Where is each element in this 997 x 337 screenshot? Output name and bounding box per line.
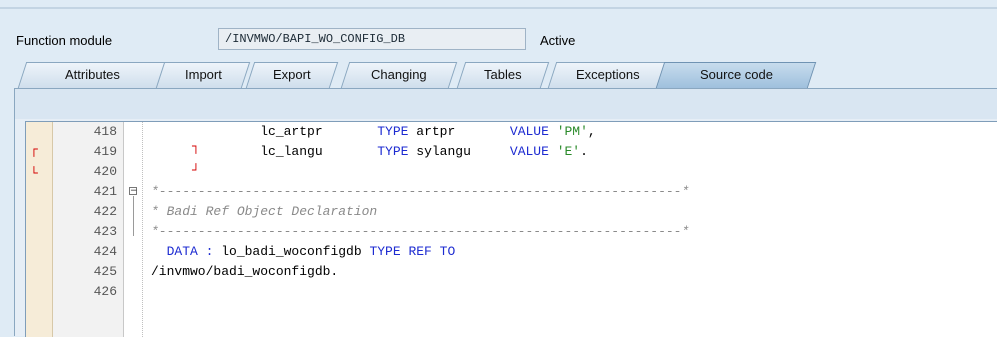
comment-line: *---------------------------------------… [151,224,690,239]
selection-corner-top-icon: ┐ [192,139,200,154]
line-content: lc_langu TYPE sylangu VALUE 'E'. [151,144,588,159]
tab-source-code[interactable]: Source code [655,62,817,88]
tab-strip: Attributes Import Export Changing Tables… [0,58,997,88]
code-line[interactable]: 423 *-----------------------------------… [26,222,997,242]
code-line[interactable]: 424 DATA : lo_badi_woconfigdb TYPE REF T… [26,242,997,262]
code-line[interactable]: 420 [26,162,997,182]
line-content: lc_artpr TYPE artpr VALUE 'PM', [151,124,596,139]
header-row: Function module /INVMWO/BAPI_WO_CONFIG_D… [0,0,997,58]
selection-corner-bottom-icon: ┘ [192,163,200,178]
tab-changing[interactable]: Changing [340,62,458,88]
function-module-field[interactable]: /INVMWO/BAPI_WO_CONFIG_DB [218,28,526,50]
line-number: 420 [93,164,117,179]
line-content: /invmwo/badi_woconfigdb. [151,264,339,279]
code-editor[interactable]: 418 lc_artpr TYPE artpr VALUE 'PM', 419 … [25,121,997,337]
tab-tables[interactable]: Tables [456,62,550,88]
line-number: 418 [93,124,117,139]
status-label: Active [540,33,576,48]
block-end-marker-icon: └ [30,166,38,181]
tab-attributes[interactable]: Attributes [17,62,167,88]
comment-line: *---------------------------------------… [151,184,690,199]
line-number: 421 [93,184,117,199]
line-number: 419 [93,144,117,159]
tab-import[interactable]: Import [155,62,251,88]
code-line[interactable]: 426 [26,282,997,302]
fold-range-line [133,196,134,236]
line-number: 425 [93,264,117,279]
block-start-marker-icon: ┌ [30,142,38,157]
source-code-panel: 418 lc_artpr TYPE artpr VALUE 'PM', 419 … [14,88,997,337]
comment-line: * Badi Ref Object Declaration [151,204,378,219]
code-line[interactable]: 419 lc_langu TYPE sylangu VALUE 'E'. [26,142,997,162]
code-line[interactable]: 418 lc_artpr TYPE artpr VALUE 'PM', [26,122,997,142]
tab-exceptions[interactable]: Exceptions [547,62,669,88]
code-line[interactable]: 422 * Badi Ref Object Declaration [26,202,997,222]
panel-toolbar-strip [15,89,997,119]
function-module-label: Function module [16,33,113,48]
line-number: 426 [93,284,117,299]
tab-export[interactable]: Export [245,62,339,88]
line-content: DATA : lo_badi_woconfigdb TYPE REF TO [151,244,456,259]
line-number: 422 [93,204,117,219]
code-line[interactable]: 421 *-----------------------------------… [26,182,997,202]
line-number: 424 [93,244,117,259]
fold-collapse-icon[interactable]: − [129,187,138,196]
line-number: 423 [93,224,117,239]
code-line[interactable]: 425 /invmwo/badi_woconfigdb. [26,262,997,282]
